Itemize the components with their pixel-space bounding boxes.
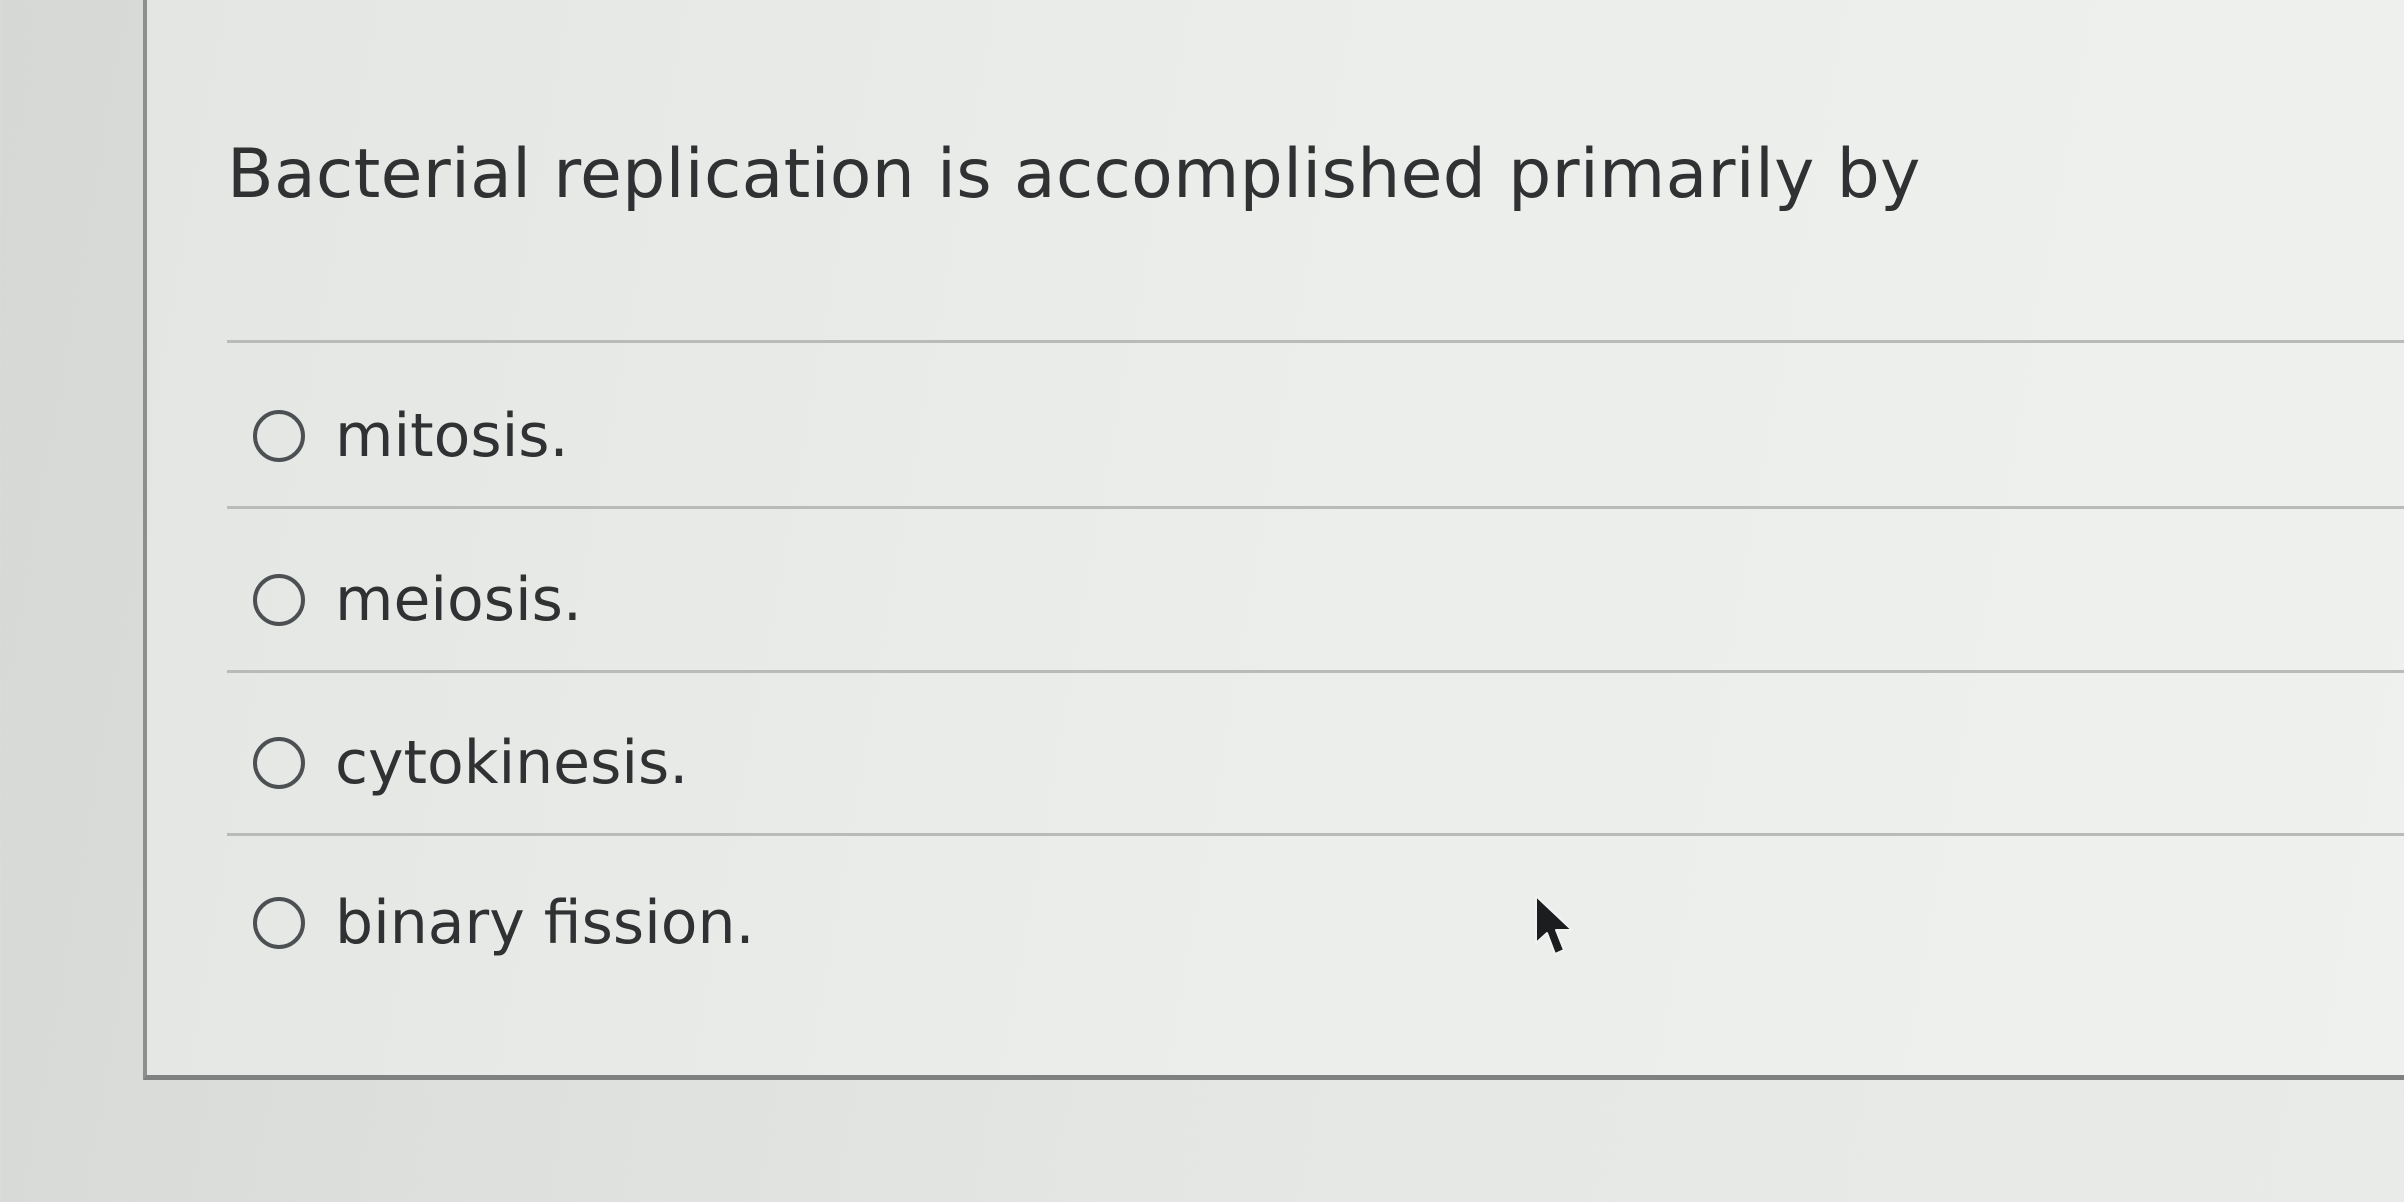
divider [227,340,2404,343]
mouse-pointer-icon [1535,895,1573,955]
answer-option-label: mitosis. [335,401,569,471]
radio-unselected-icon[interactable] [253,410,305,462]
screen: Bacterial replication is accomplished pr… [0,0,2404,1202]
divider [227,670,2404,673]
answer-option-binary-fission[interactable]: binary fission. [253,883,755,963]
answer-option-meiosis[interactable]: meiosis. [253,560,582,640]
radio-unselected-icon[interactable] [253,897,305,949]
divider [227,506,2404,509]
answer-option-label: cytokinesis. [335,728,689,798]
answer-option-mitosis[interactable]: mitosis. [253,396,569,476]
answer-option-label: binary fission. [335,888,755,958]
radio-unselected-icon[interactable] [253,737,305,789]
answer-option-cytokinesis[interactable]: cytokinesis. [253,723,688,803]
radio-unselected-icon[interactable] [253,574,305,626]
question-prompt: Bacterial replication is accomplished pr… [227,135,1921,214]
answer-option-label: meiosis. [335,565,583,635]
divider [227,833,2404,836]
